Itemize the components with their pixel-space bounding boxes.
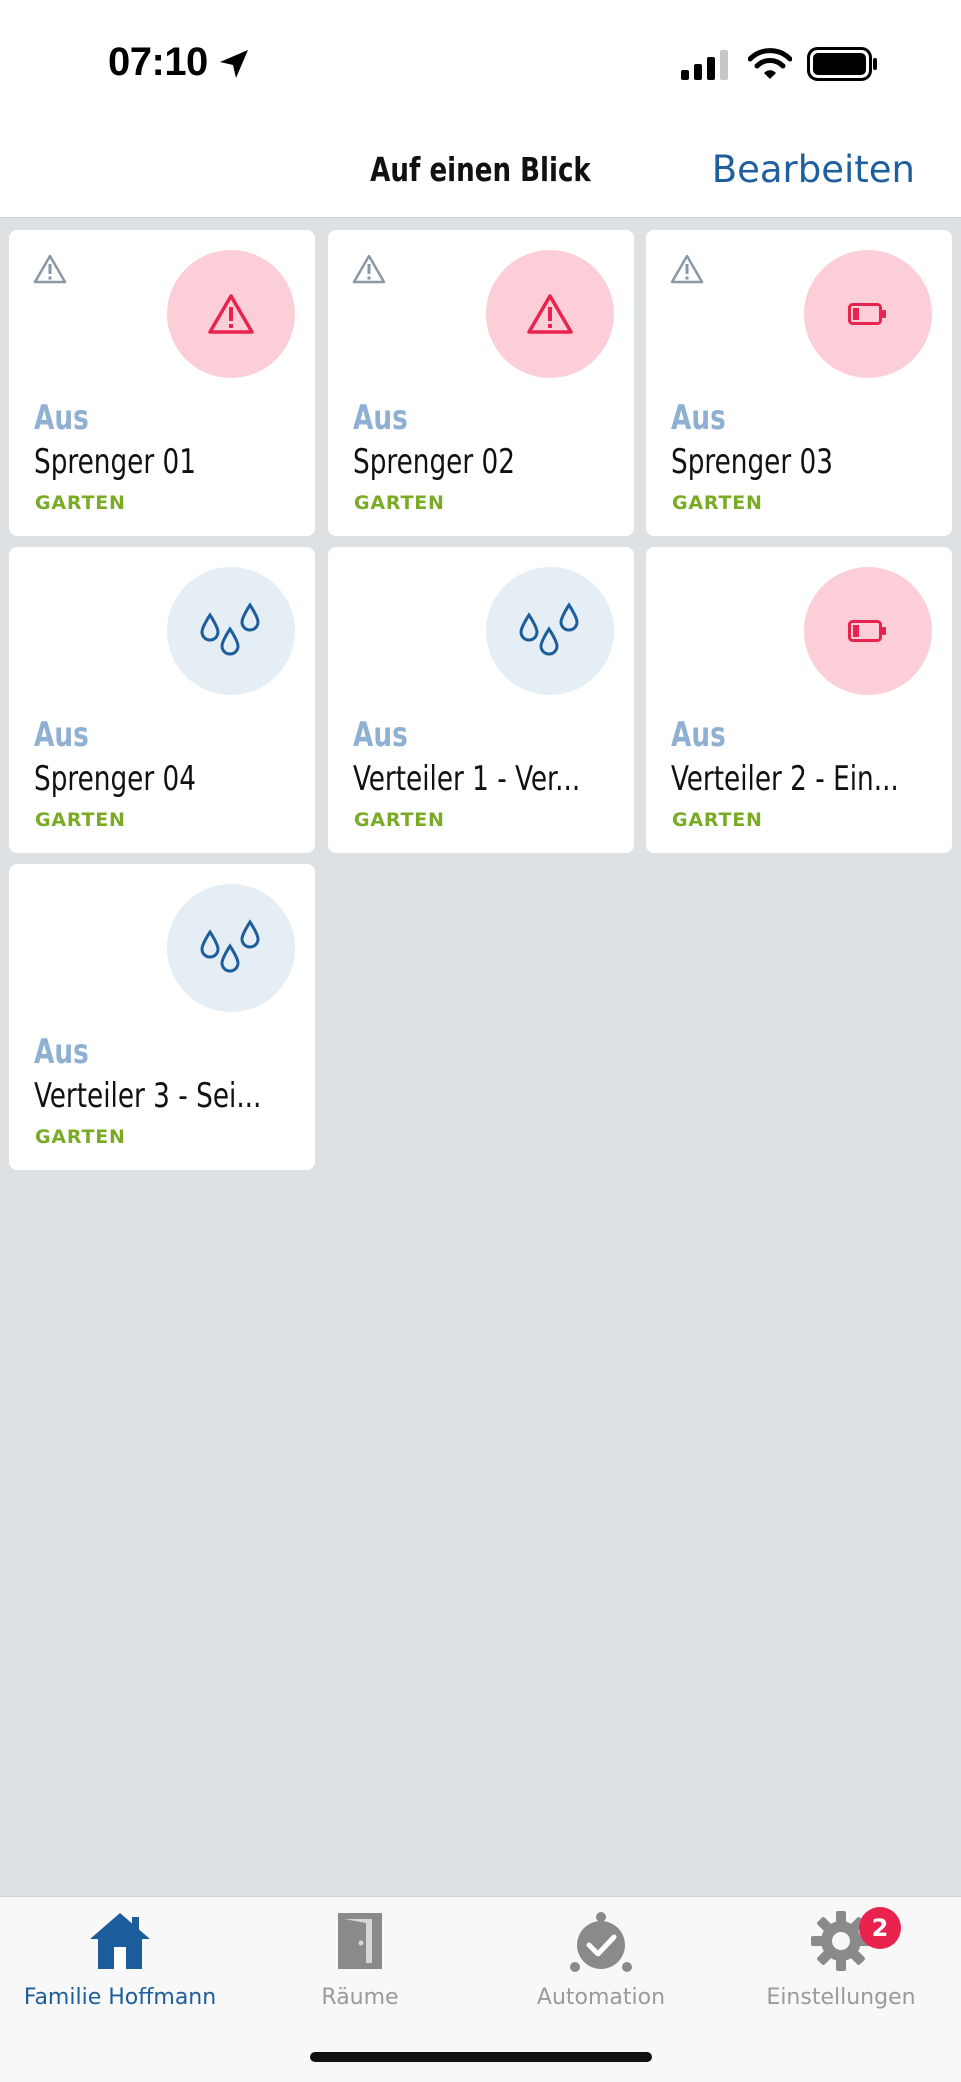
notification-badge: 2 <box>859 1907 901 1949</box>
status-time: 07:10 <box>108 40 208 84</box>
water-drops-icon <box>200 919 260 973</box>
device-room: GARTEN <box>35 809 126 831</box>
tab-raeume[interactable]: Räume <box>240 1897 480 2017</box>
device-status-circle <box>804 250 932 378</box>
device-status-circle <box>804 567 932 695</box>
device-tile[interactable]: Aus Sprenger 01 GARTEN <box>9 230 315 536</box>
door-icon <box>338 1913 382 1969</box>
device-state: Aus <box>353 715 408 755</box>
device-tile[interactable]: Aus Sprenger 04 GARTEN <box>9 547 315 853</box>
tab-label: Räume <box>321 1985 399 2010</box>
warning-small-icon <box>670 254 704 284</box>
nav-header: Auf einen Blick Bearbeiten <box>0 118 961 218</box>
low-battery-icon <box>848 303 886 325</box>
device-room: GARTEN <box>672 492 763 514</box>
device-tile[interactable]: Aus Verteiler 2 - Ein... GARTEN <box>646 547 952 853</box>
warning-icon <box>527 294 573 334</box>
device-room: GARTEN <box>35 1126 126 1148</box>
device-state: Aus <box>671 715 726 755</box>
device-tile[interactable]: Aus Sprenger 02 GARTEN <box>328 230 634 536</box>
location-arrow-icon <box>220 50 248 78</box>
tab-familie-hoffmann[interactable]: Familie Hoffmann <box>0 1897 240 2017</box>
cellular-signal-icon <box>681 50 728 80</box>
home-icon <box>90 1913 150 1969</box>
device-room: GARTEN <box>354 809 445 831</box>
device-state: Aus <box>34 715 89 755</box>
water-drops-icon <box>200 602 260 656</box>
device-room: GARTEN <box>354 492 445 514</box>
device-name: Sprenger 02 <box>353 442 515 482</box>
battery-icon <box>807 47 877 81</box>
home-indicator <box>310 2052 652 2062</box>
device-state: Aus <box>353 398 408 438</box>
low-battery-icon <box>848 620 886 642</box>
device-status-circle <box>167 567 295 695</box>
wifi-icon <box>748 48 792 79</box>
warning-icon <box>208 294 254 334</box>
screen: 07:10 Auf einen Blick Bearbeiten Aus Spr… <box>0 0 961 2082</box>
device-tile[interactable]: Aus Sprenger 03 GARTEN <box>646 230 952 536</box>
tab-label: Einstellungen <box>766 1985 916 2010</box>
device-room: GARTEN <box>35 492 126 514</box>
edit-button[interactable]: Bearbeiten <box>712 148 915 191</box>
warning-small-icon <box>352 254 386 284</box>
device-name: Sprenger 03 <box>671 442 833 482</box>
device-room: GARTEN <box>672 809 763 831</box>
device-status-circle <box>167 884 295 1012</box>
device-tile[interactable]: Aus Verteiler 3 - Sei... GARTEN <box>9 864 315 1170</box>
device-tile[interactable]: Aus Verteiler 1 - Ver... GARTEN <box>328 547 634 853</box>
status-bar: 07:10 <box>0 0 961 118</box>
device-name: Verteiler 1 - Ver... <box>353 759 581 799</box>
device-status-circle <box>167 250 295 378</box>
tab-einstellungen[interactable]: 2 Einstellungen <box>721 1897 961 2017</box>
water-drops-icon <box>519 602 579 656</box>
device-name: Verteiler 3 - Sei... <box>34 1076 262 1116</box>
alarm-clock-icon <box>570 1912 632 1972</box>
tab-label: Automation <box>536 1985 666 2010</box>
device-status-circle <box>486 250 614 378</box>
device-name: Sprenger 01 <box>34 442 196 482</box>
tab-automation[interactable]: Automation <box>481 1897 721 2017</box>
device-name: Sprenger 04 <box>34 759 196 799</box>
device-name: Verteiler 2 - Ein... <box>671 759 899 799</box>
device-state: Aus <box>671 398 726 438</box>
device-status-circle <box>486 567 614 695</box>
device-state: Aus <box>34 398 89 438</box>
device-state: Aus <box>34 1032 89 1072</box>
tab-label: Familie Hoffmann <box>23 1985 217 2010</box>
warning-small-icon <box>33 254 67 284</box>
